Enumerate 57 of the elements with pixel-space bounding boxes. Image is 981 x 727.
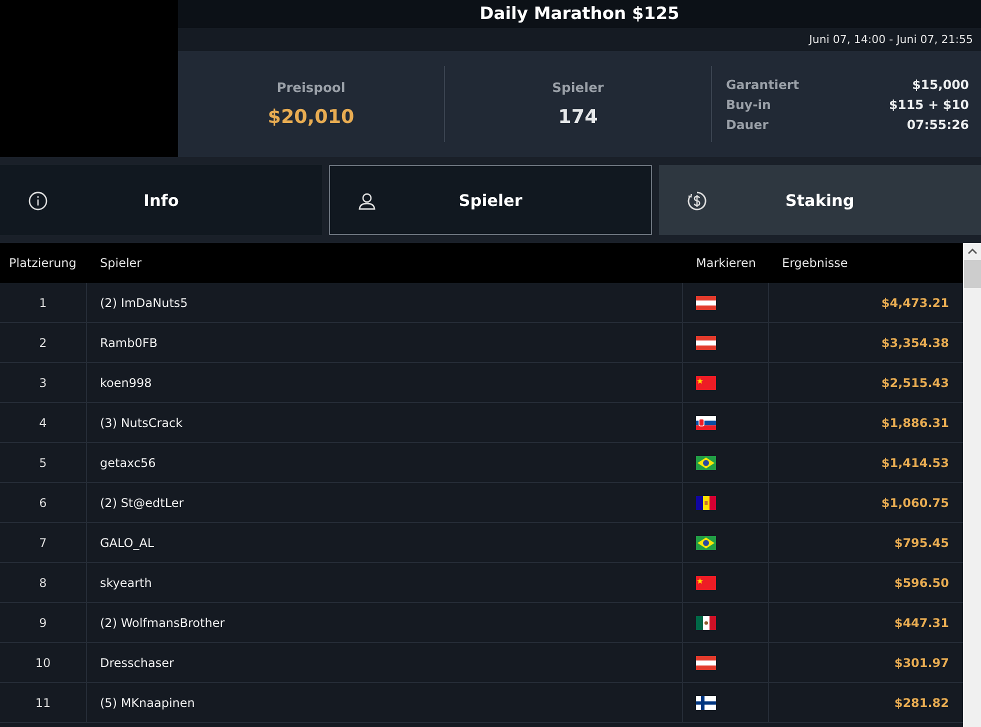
place-cell: 10 xyxy=(35,656,51,670)
result-amount: $447.31 xyxy=(894,616,949,630)
result-amount: $1,886.31 xyxy=(881,416,949,430)
place-cell: 5 xyxy=(39,456,47,470)
tournament-title: Daily Marathon $125 xyxy=(480,4,680,24)
column-header[interactable]: Ergebnisse xyxy=(769,256,963,270)
dollar-coin-icon xyxy=(686,191,707,211)
place-cell: 4 xyxy=(39,416,47,430)
detail-label: Garantiert xyxy=(726,76,800,92)
result-amount: $2,515.43 xyxy=(881,376,949,390)
player-name: (2) WolfmansBrother xyxy=(100,616,225,630)
tab[interactable]: Staking xyxy=(658,165,981,235)
player-name: koen998 xyxy=(100,376,152,390)
schedule-text: Juni 07, 14:00 - Juni 07, 21:55 xyxy=(809,33,973,46)
stat-label: Preispool xyxy=(276,80,346,96)
column-header[interactable]: Spieler xyxy=(87,256,683,270)
player-name: Dresschaser xyxy=(100,656,174,670)
result-amount: $1,060.75 xyxy=(881,496,949,510)
player-name: (5) MKnaapinen xyxy=(100,696,195,710)
detail-value: $15,000 xyxy=(912,76,969,92)
result-amount: $281.82 xyxy=(894,696,949,710)
info-icon xyxy=(28,191,48,211)
place-cell: 6 xyxy=(39,496,47,510)
place-cell: 11 xyxy=(35,696,51,710)
scrollbar[interactable] xyxy=(963,243,981,727)
result-amount: $596.50 xyxy=(894,576,949,590)
place-cell: 8 xyxy=(39,576,47,590)
column-header[interactable]: Markieren xyxy=(683,256,769,270)
tab[interactable]: Info xyxy=(0,165,322,235)
place-cell: 2 xyxy=(39,336,47,350)
player-name: (2) ImDaNuts5 xyxy=(100,296,188,310)
player-name: (2) St@edtLer xyxy=(100,496,184,510)
detail-label: Buy-in xyxy=(726,96,771,112)
result-amount: $1,414.53 xyxy=(881,456,949,470)
detail-value: 07:55:26 xyxy=(906,116,969,132)
stat-label: Spieler xyxy=(552,80,604,96)
place-cell: 3 xyxy=(39,376,47,390)
result-amount: $301.97 xyxy=(894,656,949,670)
place-cell: 7 xyxy=(39,536,47,550)
result-amount: $795.45 xyxy=(894,536,949,550)
detail-value: $115 + $10 xyxy=(888,96,969,112)
result-amount: $4,473.21 xyxy=(881,296,949,310)
stat-value: 174 xyxy=(558,106,598,128)
stat-value: $20,010 xyxy=(268,106,354,128)
player-name: (3) NutsCrack xyxy=(100,416,183,430)
player-name: GALO_AL xyxy=(100,536,154,550)
person-icon xyxy=(357,191,378,211)
player-name: getaxc56 xyxy=(100,456,156,470)
player-name: skyearth xyxy=(100,576,152,590)
column-header[interactable]: Platzierung xyxy=(0,256,87,270)
scroll-thumb[interactable] xyxy=(964,260,980,288)
detail-label: Dauer xyxy=(726,116,768,132)
player-name: Ramb0FB xyxy=(100,336,158,350)
tab[interactable]: Spieler xyxy=(329,165,652,235)
place-cell: 9 xyxy=(39,616,47,630)
result-amount: $3,354.38 xyxy=(881,336,949,350)
place-cell: 1 xyxy=(39,296,47,310)
